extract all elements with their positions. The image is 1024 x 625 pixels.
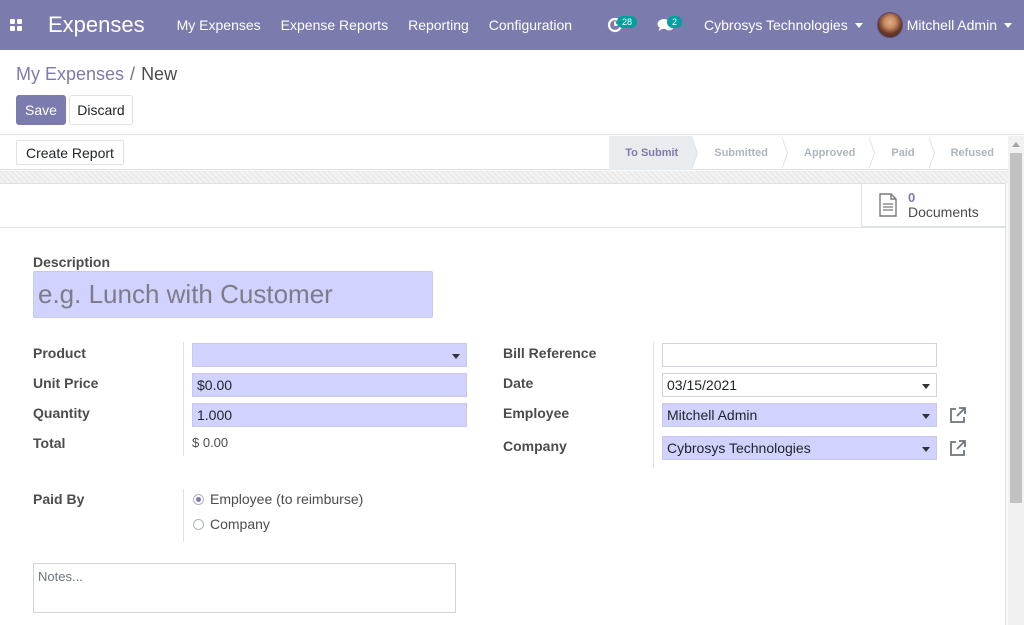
employee-select[interactable]: Mitchell Admin xyxy=(662,403,937,427)
menu-expense-reports[interactable]: Expense Reports xyxy=(271,17,398,33)
paid-by-company-radio[interactable]: Company xyxy=(193,516,270,532)
sheet-background-pattern xyxy=(0,171,1008,183)
unit-price-label: Unit Price xyxy=(33,375,99,391)
total-value: $ 0.00 xyxy=(192,435,229,450)
control-panel: My Expenses / New Save Discard xyxy=(0,50,1024,135)
date-value: 03/15/2021 xyxy=(667,377,738,393)
paid-by-company-label: Company xyxy=(210,516,270,532)
breadcrumb: My Expenses / New xyxy=(16,64,177,85)
company-value: Cybrosys Technologies xyxy=(667,440,811,456)
company-name: Cybrosys Technologies xyxy=(704,17,848,33)
apps-menu-icon[interactable] xyxy=(0,0,32,50)
external-link-icon[interactable] xyxy=(948,405,968,425)
save-button[interactable]: Save xyxy=(16,95,66,125)
chevron-down-icon xyxy=(922,414,930,419)
form-sheet: 0 Documents Description Product Unit Pri… xyxy=(0,183,1006,625)
scrollbar-thumb[interactable] xyxy=(1010,153,1022,503)
documents-button[interactable]: 0 Documents xyxy=(861,184,1005,227)
avatar xyxy=(876,12,903,38)
product-label: Product xyxy=(33,345,86,361)
menu-my-expenses[interactable]: My Expenses xyxy=(167,17,271,33)
message-count-badge: 2 xyxy=(667,16,683,28)
left-group-separator xyxy=(183,342,184,456)
company-switcher[interactable]: Cybrosys Technologies xyxy=(694,17,877,33)
app-brand[interactable]: Expenses xyxy=(48,12,145,38)
chevron-down-icon xyxy=(922,384,930,389)
stage-paid[interactable]: Paid xyxy=(869,136,935,170)
status-stages: To Submit Submitted Approved Paid Refuse… xyxy=(609,136,1008,170)
bill-reference-input[interactable] xyxy=(662,343,937,367)
unit-price-input[interactable]: $0.00 xyxy=(192,373,467,397)
bill-reference-label: Bill Reference xyxy=(503,345,597,361)
top-navbar: Expenses My Expenses Expense Reports Rep… xyxy=(0,0,1024,50)
discard-button[interactable]: Discard xyxy=(69,95,133,125)
quantity-label: Quantity xyxy=(33,405,90,421)
external-link-icon[interactable] xyxy=(948,438,968,458)
employee-label: Employee xyxy=(503,405,570,421)
chevron-down-icon xyxy=(922,447,930,452)
user-menu[interactable]: Mitchell Admin xyxy=(876,12,1024,38)
chevron-down-icon xyxy=(452,354,460,359)
stage-approved[interactable]: Approved xyxy=(782,136,876,170)
stage-to-submit[interactable]: To Submit xyxy=(609,136,699,170)
stage-refused[interactable]: Refused xyxy=(929,136,1008,170)
breadcrumb-separator: / xyxy=(130,64,136,84)
messaging-systray[interactable]: 2 xyxy=(647,0,684,50)
activity-systray[interactable]: 28 xyxy=(597,0,638,50)
employee-value: Mitchell Admin xyxy=(667,407,758,423)
paid-by-employee-radio[interactable]: Employee (to reimburse) xyxy=(193,491,363,507)
form-statusbar: Create Report To Submit Submitted Approv… xyxy=(0,136,1008,170)
menu-reporting[interactable]: Reporting xyxy=(398,17,479,33)
sheet-divider xyxy=(0,227,1006,228)
documents-label: Documents xyxy=(908,204,979,220)
activity-count-badge: 28 xyxy=(617,16,638,28)
create-report-button[interactable]: Create Report xyxy=(16,140,124,165)
company-select[interactable]: Cybrosys Technologies xyxy=(662,436,937,460)
breadcrumb-current: New xyxy=(141,64,178,84)
product-select[interactable] xyxy=(192,343,467,367)
right-group-separator xyxy=(653,342,654,468)
paid-by-employee-label: Employee (to reimburse) xyxy=(210,491,364,507)
scroll-up-arrow-icon[interactable] xyxy=(1012,142,1020,147)
breadcrumb-parent[interactable]: My Expenses xyxy=(16,64,124,84)
description-input[interactable] xyxy=(33,271,433,318)
radio-unchecked-icon xyxy=(193,518,204,530)
documents-count: 0 xyxy=(908,190,916,205)
user-name: Mitchell Admin xyxy=(906,17,997,33)
paid-by-separator xyxy=(183,489,184,542)
chevron-down-icon xyxy=(1004,22,1012,28)
total-label: Total xyxy=(33,435,66,451)
form-view: Create Report To Submit Submitted Approv… xyxy=(0,136,1024,625)
date-input[interactable]: 03/15/2021 xyxy=(662,373,937,397)
description-label: Description xyxy=(33,254,111,270)
chevron-down-icon xyxy=(854,22,863,28)
date-label: Date xyxy=(503,375,534,391)
vertical-scrollbar[interactable] xyxy=(1008,136,1024,625)
radio-checked-icon xyxy=(193,493,204,505)
paid-by-label: Paid By xyxy=(33,491,85,507)
notes-textarea[interactable] xyxy=(33,563,456,613)
stage-submitted[interactable]: Submitted xyxy=(692,136,788,170)
menu-configuration[interactable]: Configuration xyxy=(479,17,582,33)
company-label: Company xyxy=(503,438,567,454)
document-icon xyxy=(879,193,897,217)
quantity-input[interactable]: 1.000 xyxy=(192,403,467,427)
